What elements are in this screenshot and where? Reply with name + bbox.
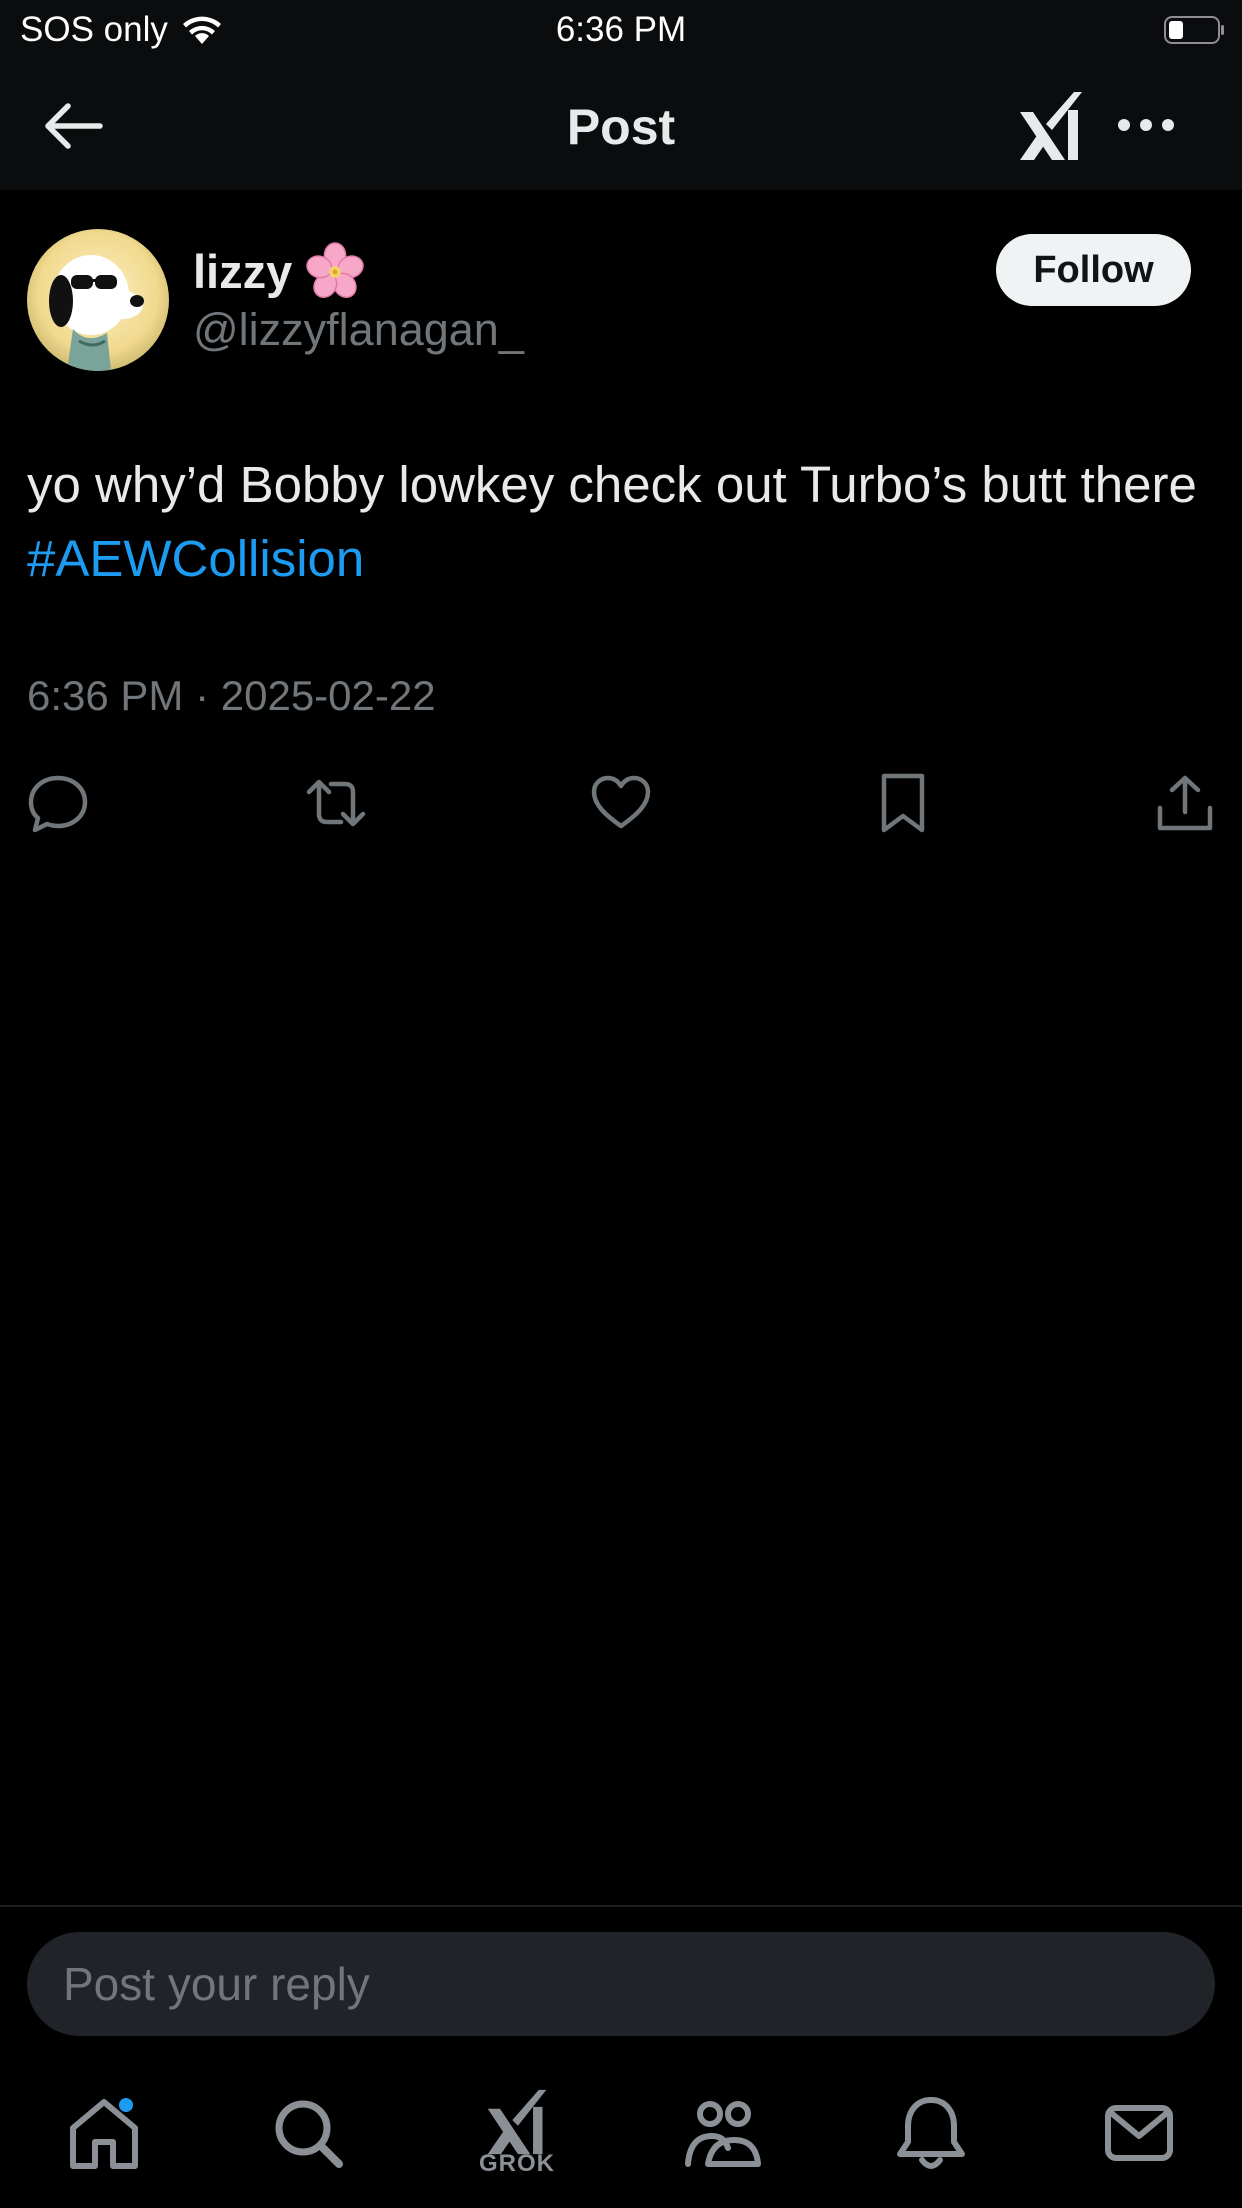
messages-icon [1105,2105,1173,2161]
hashtag-link[interactable]: #AEWCollision [27,530,364,587]
post-text-body: yo why’d Bobby lowkey check out Turbo’s … [27,456,1197,513]
tab-search[interactable] [263,2088,353,2178]
user-handle[interactable]: @lizzyflanagan_ [193,304,524,356]
repost-icon[interactable] [305,772,367,834]
status-bar: SOS only 6:36 PM [0,0,1242,62]
avatar[interactable] [27,229,169,371]
tab-grok[interactable]: GROK [472,2088,562,2178]
reply-input[interactable]: Post your reply [27,1932,1215,2036]
status-time: 6:36 PM [555,10,687,49]
reply-divider [0,1905,1242,1907]
top-nav-bar: Post [0,62,1242,190]
cherry-blossom-icon [306,242,365,298]
bottom-tab-bar: GROK [0,2070,1242,2208]
post-text: yo why’d Bobby lowkey check out Turbo’s … [27,448,1207,596]
follow-button[interactable]: Follow [996,234,1191,306]
post-timestamp[interactable]: 6:36 PM · 2025-02-22 [27,672,436,720]
tab-home[interactable] [59,2088,149,2178]
like-icon[interactable] [590,772,652,834]
search-icon [275,2100,343,2168]
home-notification-dot [119,2098,133,2112]
grok-icon[interactable] [1016,90,1086,162]
reply-icon[interactable] [27,772,89,834]
home-icon [70,2099,138,2169]
display-name-text: lizzy [193,244,293,298]
tab-messages[interactable] [1094,2088,1184,2178]
display-name[interactable]: lizzy [193,242,365,300]
communities-icon [685,2101,761,2167]
share-icon[interactable] [1154,772,1216,834]
more-options-icon[interactable] [1116,110,1176,140]
tab-communities[interactable] [678,2088,768,2178]
bookmark-icon[interactable] [872,772,934,834]
grok-tab-label: GROK [479,2150,555,2177]
tab-notifications[interactable] [886,2088,976,2178]
battery-icon [1164,16,1224,44]
grok-icon [487,2089,547,2155]
notifications-icon [897,2097,965,2169]
reply-placeholder: Post your reply [63,1958,370,2010]
